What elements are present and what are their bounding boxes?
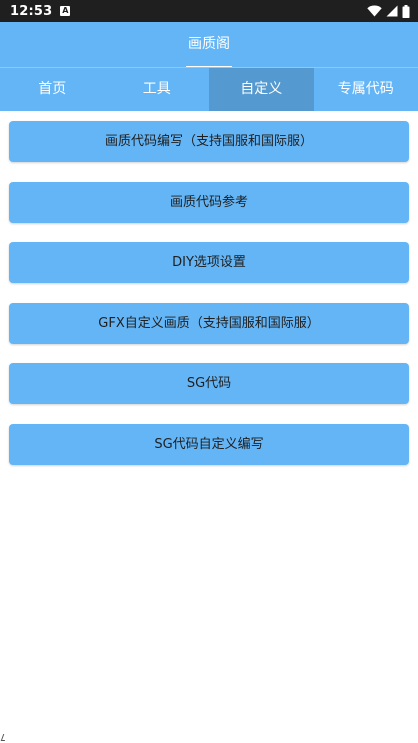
status-time: 12:53 bbox=[10, 3, 53, 19]
notification-icon: A bbox=[60, 6, 71, 16]
page-title: 画质阁 bbox=[188, 36, 230, 52]
signal-icon bbox=[386, 5, 398, 17]
status-bar: 12:53 A bbox=[0, 0, 418, 22]
app-header: 画质阁 首页 工具 自定义 专属代码 bbox=[0, 22, 418, 111]
action-button-list: 画质代码编写（支持国服和国际服） 画质代码参考 DIY选项设置 GFX自定义画质… bbox=[9, 121, 409, 484]
tab-custom[interactable]: 自定义 bbox=[209, 68, 314, 111]
tab-home[interactable]: 首页 bbox=[0, 68, 105, 111]
sg-code-button[interactable]: SG代码 bbox=[9, 363, 409, 404]
wifi-icon bbox=[367, 5, 382, 17]
sg-code-custom-write-button[interactable]: SG代码自定义编写 bbox=[9, 423, 409, 465]
gfx-custom-quality-button[interactable]: GFX自定义画质（支持国服和国际服） bbox=[9, 302, 409, 344]
diy-options-button[interactable]: DIY选项设置 bbox=[9, 242, 409, 283]
tab-tools[interactable]: 工具 bbox=[105, 68, 210, 111]
tab-bar: 首页 工具 自定义 专属代码 bbox=[0, 67, 418, 111]
corner-mark bbox=[0, 734, 8, 741]
tab-exclusive-code[interactable]: 专属代码 bbox=[314, 68, 418, 111]
quality-code-write-button[interactable]: 画质代码编写（支持国服和国际服） bbox=[9, 121, 409, 162]
status-icons bbox=[367, 4, 410, 18]
quality-code-reference-button[interactable]: 画质代码参考 bbox=[9, 181, 409, 223]
battery-icon bbox=[402, 4, 410, 18]
